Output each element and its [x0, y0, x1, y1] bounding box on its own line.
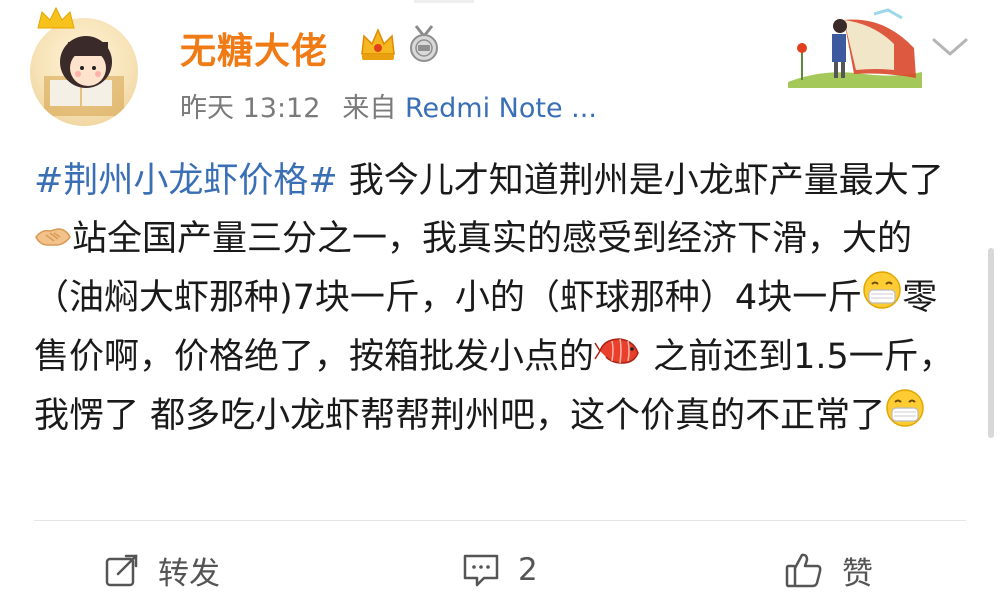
shrimp-emoji	[594, 329, 642, 387]
scrollbar[interactable]	[988, 248, 994, 438]
comment-icon	[463, 554, 499, 587]
comment-button[interactable]: 2	[462, 540, 538, 600]
source-device[interactable]: Redmi Note ...	[405, 93, 597, 124]
avatar-crown-icon	[37, 6, 75, 29]
mask-face-emoji	[885, 388, 925, 446]
repost-button[interactable]: 转发	[104, 540, 220, 600]
action-divider	[34, 520, 966, 521]
post-time: 昨天 13:12	[180, 93, 321, 124]
like-label: 赞	[842, 555, 873, 592]
card-decoration-illustration	[788, 8, 922, 88]
content-text-1: 我今儿才知道荆州是小龙虾产量最大了	[337, 161, 944, 201]
post-content: #荆州小龙虾价格# 我今儿才知道荆州是小龙虾产量最大了站全国产量三分之一，我真实…	[34, 152, 964, 446]
source-prefix: 来自	[342, 93, 397, 124]
avatar-image	[30, 18, 138, 126]
thumbs-up-icon	[785, 553, 822, 588]
top-edge	[414, 0, 474, 3]
crown-icon[interactable]	[358, 24, 398, 64]
repost-label: 转发	[158, 555, 220, 592]
post-meta: 昨天 13:12 来自 Redmi Note ...	[180, 86, 597, 125]
like-button[interactable]: 赞	[784, 540, 873, 600]
chevron-down-icon[interactable]	[930, 34, 970, 60]
action-bar: 转发 2 赞	[0, 540, 1000, 600]
content-text-2: 站全国产量三分之一，我真实的感受到经济下滑，大的 （油焖大虾那种)7块一斤，小的…	[34, 219, 913, 318]
handshake-emoji	[34, 211, 72, 269]
avatar[interactable]	[30, 6, 142, 126]
username[interactable]: 无糖大佬	[180, 22, 328, 74]
medal-icon[interactable]	[404, 24, 444, 64]
share-icon	[105, 554, 138, 587]
comment-count: 2	[518, 552, 538, 588]
mask-face-emoji	[862, 270, 902, 328]
topic-link[interactable]: #荆州小龙虾价格#	[34, 161, 338, 201]
